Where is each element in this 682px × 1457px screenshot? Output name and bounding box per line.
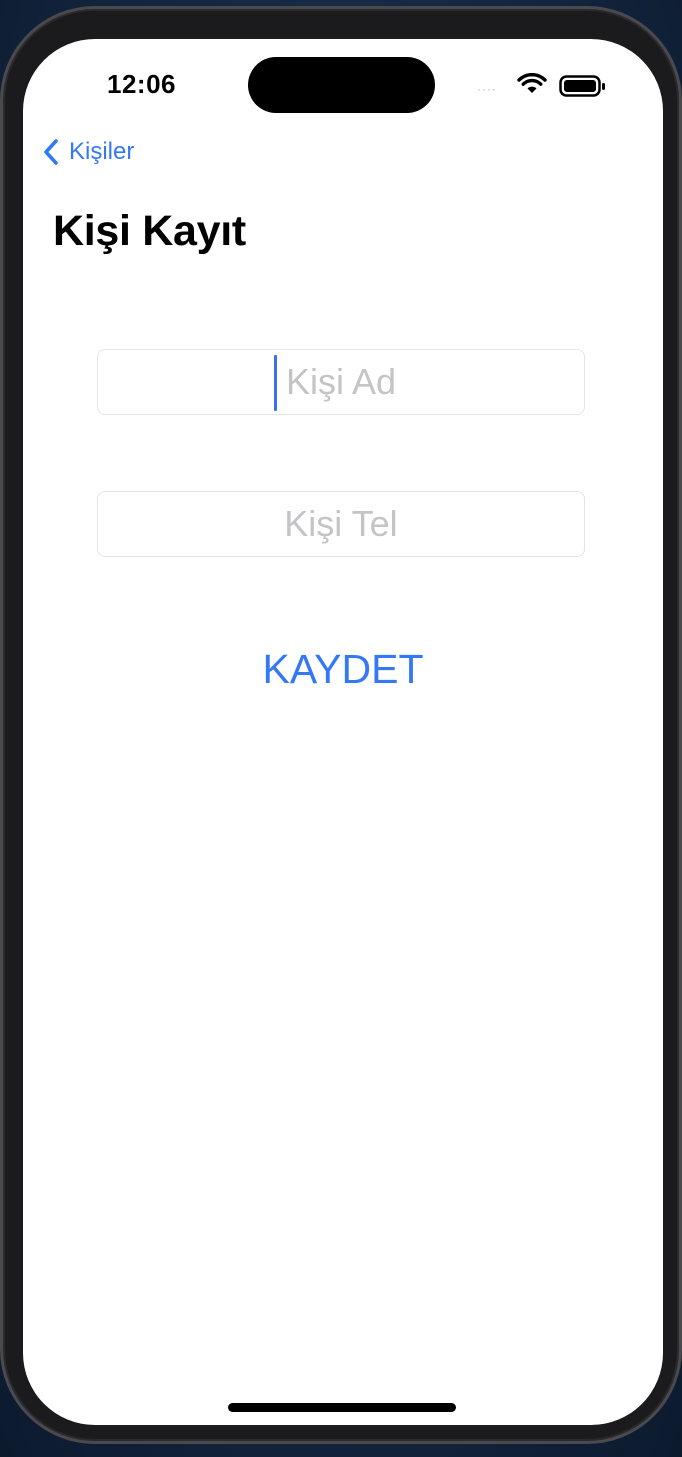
phone-input[interactable] [98, 492, 584, 556]
dynamic-island [248, 57, 435, 113]
text-cursor [274, 355, 277, 411]
battery-icon [559, 75, 605, 97]
status-bar: 12:06 ···· [23, 39, 663, 139]
status-icons: ···· [477, 73, 617, 97]
chevron-left-icon [44, 139, 58, 165]
wifi-icon [517, 73, 547, 93]
name-field-container [97, 349, 585, 415]
back-button[interactable]: Kişiler [41, 137, 134, 167]
page-title: Kişi Kayıt [53, 207, 246, 255]
signal-dots-icon: ···· [477, 82, 497, 96]
app-screen: 12:06 ···· Kişiler Kişi Kayıt Kişi Ad Ki… [23, 39, 663, 1425]
name-input[interactable] [98, 350, 584, 414]
status-time: 12:06 [107, 69, 176, 99]
phone-frame: 12:06 ···· Kişiler Kişi Kayıt Kişi Ad Ki… [0, 6, 682, 1444]
back-button-label: Kişiler [69, 138, 135, 165]
home-indicator[interactable] [228, 1403, 456, 1412]
save-button[interactable]: KAYDET [23, 639, 663, 699]
phone-field-container [97, 491, 585, 557]
